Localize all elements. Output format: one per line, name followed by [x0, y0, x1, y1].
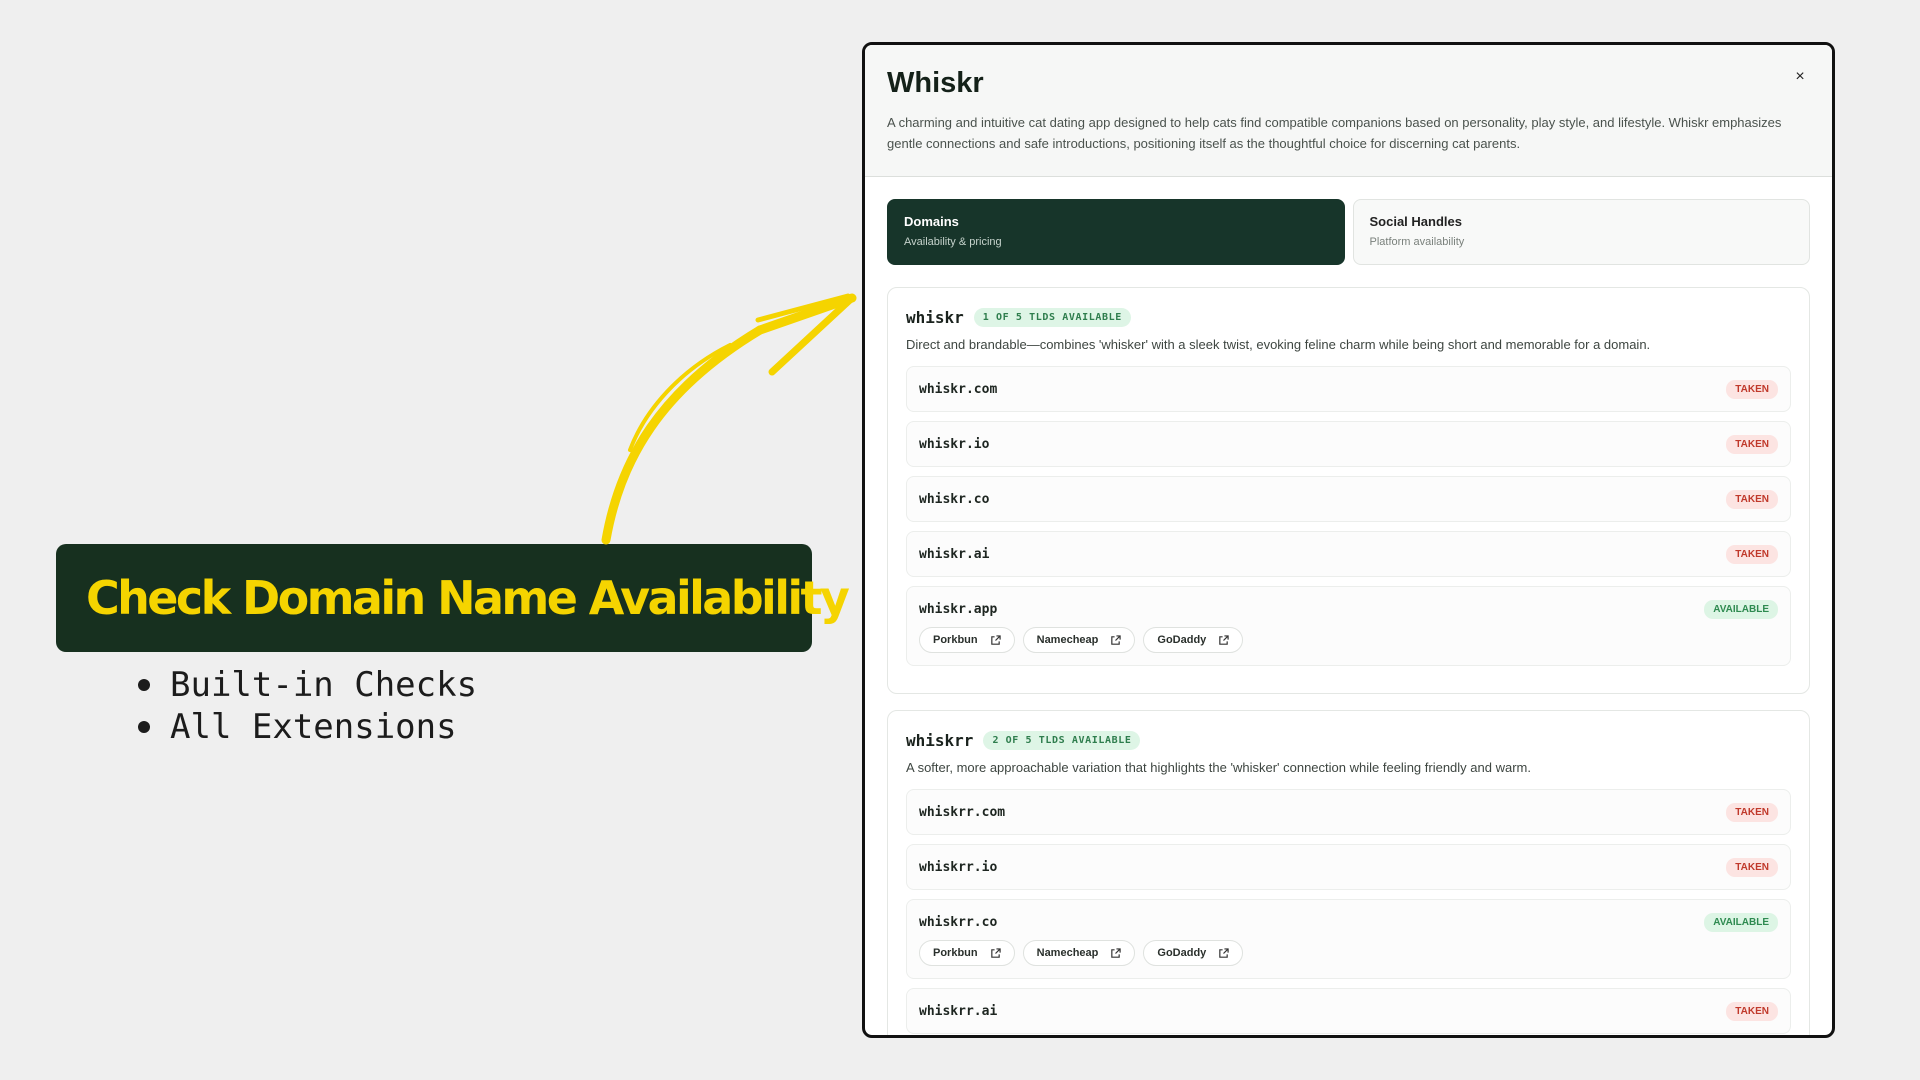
domain-name: whiskr.io: [919, 436, 990, 452]
registrar-label: Porkbun: [933, 634, 978, 646]
status-badge: TAKEN: [1726, 379, 1778, 399]
promo-feature-item: All Extensions: [138, 706, 477, 748]
domain-group-name: whiskr: [906, 308, 964, 327]
registrar-namecheap-button[interactable]: Namecheap: [1022, 627, 1136, 653]
status-badge: TAKEN: [1726, 857, 1778, 877]
status-badge: TAKEN: [1726, 802, 1778, 822]
domain-group: whiskrr 2 OF 5 TLDS AVAILABLE A softer, …: [887, 710, 1810, 1035]
availability-badge: 2 OF 5 TLDS AVAILABLE: [983, 731, 1141, 750]
promo-title: Check Domain Name Availability: [86, 571, 850, 625]
external-link-icon: [990, 634, 1001, 645]
domain-row: whiskr.com TAKEN: [906, 366, 1791, 412]
tab-subtitle: Platform availability: [1369, 236, 1465, 248]
promo-feature-item: Built-in Checks: [138, 664, 477, 706]
domain-name: whiskrr.ai: [919, 1003, 998, 1019]
domain-row: whiskr.co TAKEN: [906, 476, 1791, 522]
project-modal: Whiskr A charming and intuitive cat dati…: [862, 42, 1835, 1038]
external-link-icon: [1219, 634, 1229, 645]
registrar-label: GoDaddy: [1157, 947, 1207, 959]
domain-group-header: whiskr 1 OF 5 TLDS AVAILABLE: [906, 308, 1791, 327]
domain-name: whiskr.app: [919, 601, 998, 617]
domain-row: whiskrr.ai TAKEN: [906, 988, 1791, 1034]
domain-name: whiskrr.io: [919, 859, 998, 875]
status-badge: TAKEN: [1726, 434, 1778, 454]
tab-bar: Domains Availability & pricing Social Ha…: [887, 199, 1810, 265]
registrar-label: Namecheap: [1036, 947, 1099, 959]
registrar-links: Porkbun Namecheap GoDaddy: [919, 627, 1778, 665]
domain-name: whiskr.co: [919, 491, 990, 507]
promo-feature-list: Built-in Checks All Extensions: [138, 664, 477, 748]
tab-label: Social Handles: [1369, 214, 1462, 229]
domain-group-header: whiskrr 2 OF 5 TLDS AVAILABLE: [906, 731, 1791, 750]
modal-title: Whiskr: [887, 67, 984, 99]
tab-label: Domains: [904, 214, 959, 229]
modal-description: A charming and intuitive cat dating app …: [887, 115, 1782, 151]
external-link-icon: [1111, 634, 1122, 645]
domain-name: whiskrr.co: [919, 914, 998, 930]
registrar-namecheap-button[interactable]: Namecheap: [1022, 940, 1136, 966]
domain-name: whiskrr.com: [919, 804, 1006, 820]
domain-row: whiskr.ai TAKEN: [906, 531, 1791, 577]
promo-banner: Check Domain Name Availability: [56, 544, 850, 652]
modal-body: Domains Availability & pricing Social Ha…: [865, 177, 1832, 1035]
registrar-label: GoDaddy: [1157, 634, 1207, 646]
registrar-porkbun-button[interactable]: Porkbun: [919, 940, 1015, 966]
domain-row: whiskrr.io TAKEN: [906, 844, 1791, 890]
domain-group-name: whiskrr: [906, 731, 974, 750]
domain-row: whiskrr.co AVAILABLE Porkbun Namecheap G…: [906, 899, 1791, 979]
modal-header: Whiskr A charming and intuitive cat dati…: [865, 45, 1832, 177]
domain-group-description: Direct and brandable—combines 'whisker' …: [906, 337, 1651, 352]
tab-domains[interactable]: Domains Availability & pricing: [887, 199, 1345, 265]
status-badge: TAKEN: [1726, 489, 1778, 509]
domain-group-description: A softer, more approachable variation th…: [906, 760, 1531, 775]
domain-name: whiskr.com: [919, 381, 998, 397]
domain-row: whiskrr.com TAKEN: [906, 789, 1791, 835]
external-link-icon: [1219, 947, 1229, 958]
close-icon[interactable]: ×: [1790, 67, 1810, 87]
availability-badge: 1 OF 5 TLDS AVAILABLE: [973, 308, 1131, 327]
external-link-icon: [990, 947, 1001, 958]
status-badge: AVAILABLE: [1704, 912, 1778, 932]
status-badge: AVAILABLE: [1704, 599, 1778, 619]
domain-group: whiskr 1 OF 5 TLDS AVAILABLE Direct and …: [887, 287, 1810, 694]
registrar-label: Porkbun: [933, 947, 978, 959]
registrar-godaddy-button[interactable]: GoDaddy: [1143, 940, 1244, 966]
domain-name: whiskr.ai: [919, 546, 990, 562]
domain-row: whiskr.io TAKEN: [906, 421, 1791, 467]
registrar-godaddy-button[interactable]: GoDaddy: [1143, 627, 1244, 653]
tab-subtitle: Availability & pricing: [904, 236, 1002, 248]
pointer-arrow-icon: [601, 293, 857, 545]
external-link-icon: [1111, 947, 1122, 958]
registrar-porkbun-button[interactable]: Porkbun: [919, 627, 1015, 653]
tab-social-handles[interactable]: Social Handles Platform availability: [1352, 199, 1810, 265]
promo-feature-text: All Extensions: [170, 707, 457, 747]
registrar-links: Porkbun Namecheap GoDaddy: [919, 940, 1778, 978]
bullet-icon: [138, 721, 150, 733]
registrar-label: Namecheap: [1036, 634, 1099, 646]
bullet-icon: [138, 679, 150, 691]
promo-feature-text: Built-in Checks: [170, 665, 478, 705]
status-badge: TAKEN: [1726, 544, 1778, 564]
domain-row: whiskr.app AVAILABLE Porkbun Namecheap G…: [906, 586, 1791, 666]
status-badge: TAKEN: [1726, 1001, 1778, 1021]
